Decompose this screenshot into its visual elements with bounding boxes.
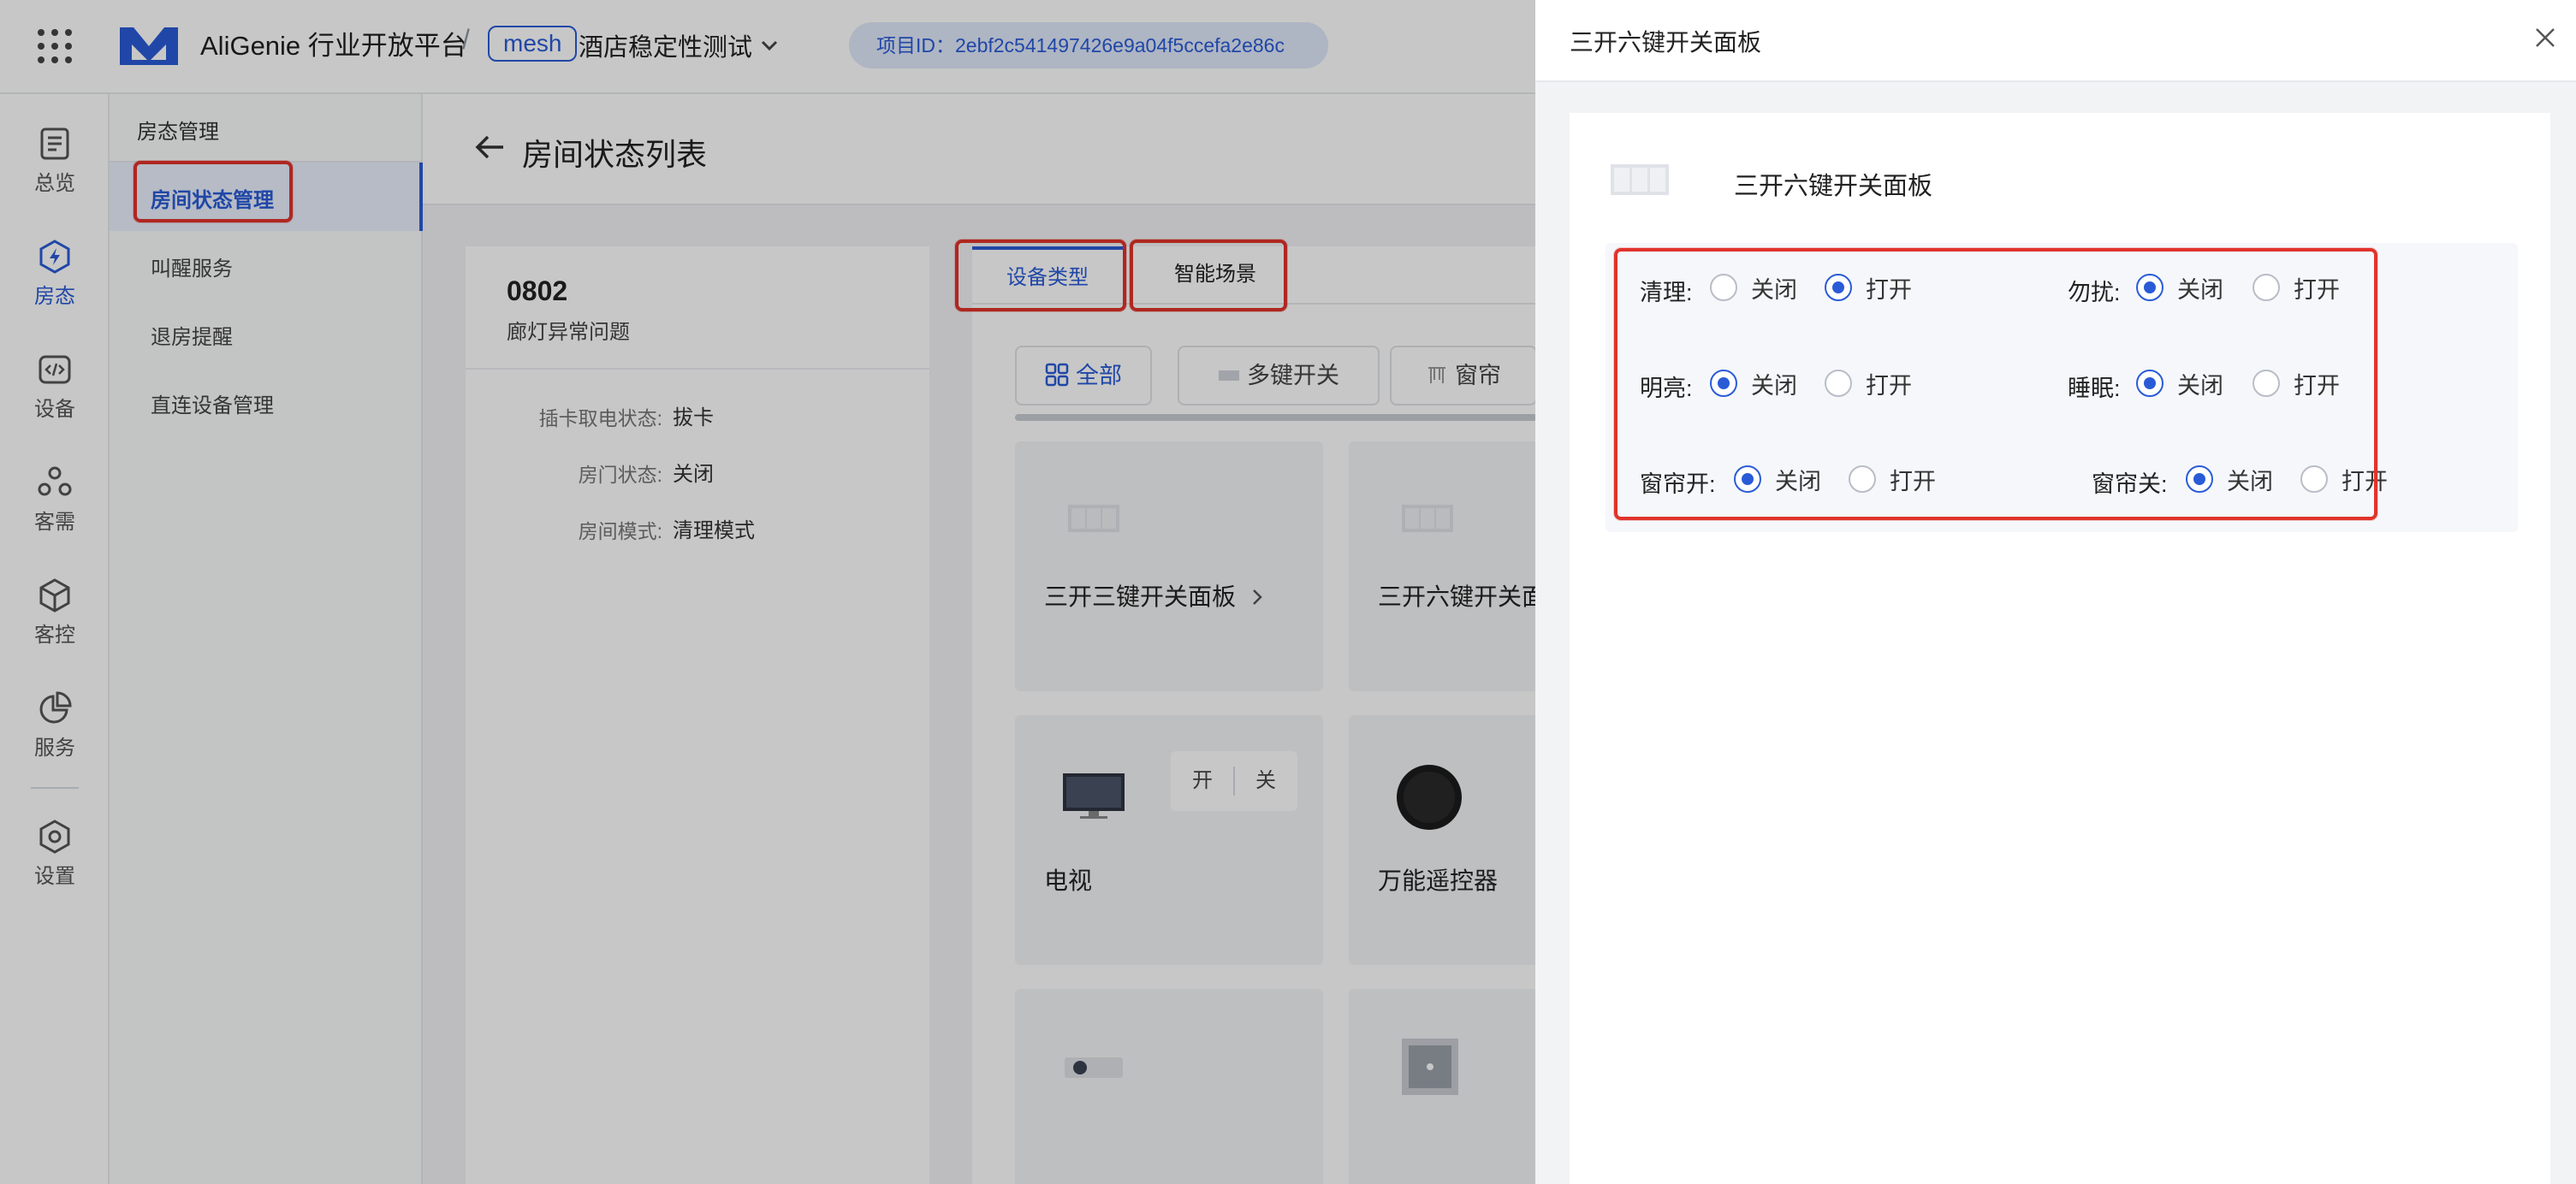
device-drawer: 三开六键开关面板 三开六键开关面板 清理: 关闭 打开 勿扰: 关闭 打开 明亮… xyxy=(1535,0,2576,1184)
device-name: 三开六键开关面板 xyxy=(1734,173,1933,200)
switch-panel-icon xyxy=(1611,164,1669,195)
highlight-box xyxy=(1614,248,2377,520)
drawer-header: 三开六键开关面板 xyxy=(1535,0,2576,82)
drawer-title: 三开六键开关面板 xyxy=(1570,29,1762,56)
modal-overlay[interactable] xyxy=(0,0,1535,1184)
drawer-body: 三开六键开关面板 清理: 关闭 打开 勿扰: 关闭 打开 明亮: 关闭 打开 睡… xyxy=(1570,113,2550,1184)
close-icon[interactable] xyxy=(2528,21,2562,55)
